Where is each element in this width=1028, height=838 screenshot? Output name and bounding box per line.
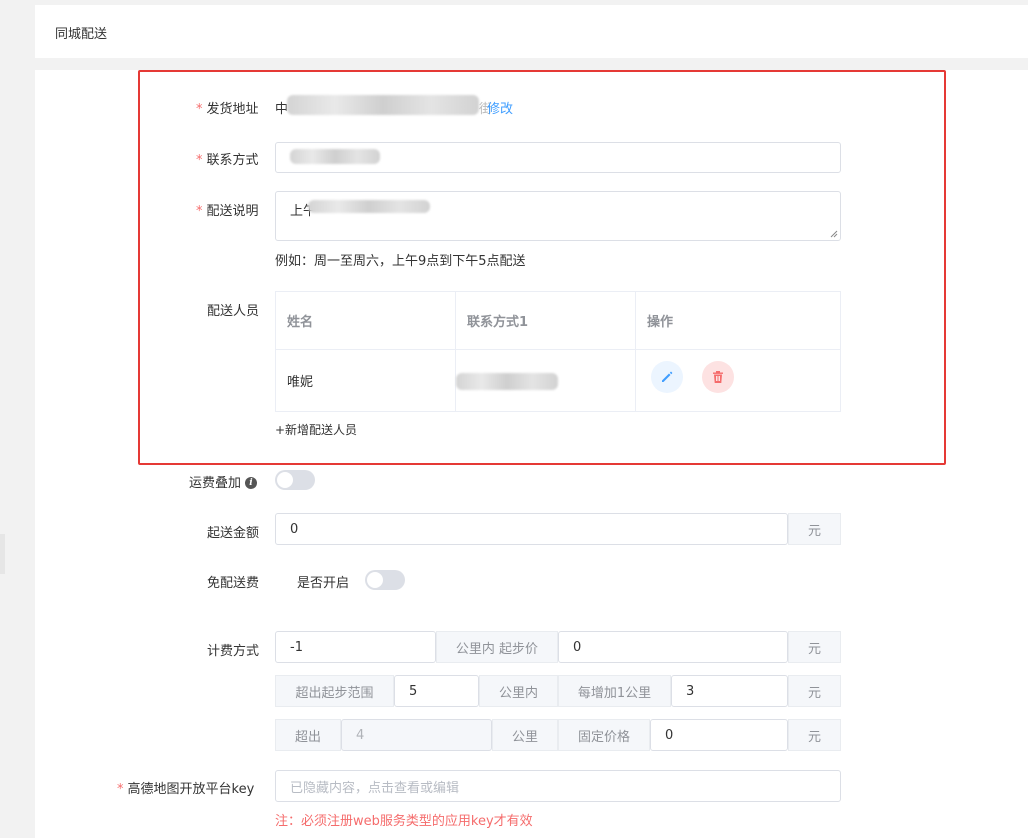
staff-name-cell: 唯妮 xyxy=(287,375,314,390)
ship-address-label: * 发货地址 xyxy=(196,102,259,117)
freight-stack-switch[interactable] xyxy=(275,470,315,490)
delivery-note-example: 例如：周一至周六，上午9点到下午5点配送 xyxy=(275,254,526,269)
left-collapse-tab[interactable] xyxy=(0,534,5,574)
start-price-addon: 公里内 起步价 xyxy=(436,631,558,663)
min-amount-label: 起送金额 xyxy=(207,526,260,541)
start-distance-input[interactable]: -1 xyxy=(275,631,436,663)
billing-label: 计费方式 xyxy=(207,644,260,659)
page-title: 同城配送 xyxy=(55,27,108,42)
free-delivery-label: 免配送费 xyxy=(207,576,260,591)
beyond-start-addon: 超出起步范围 xyxy=(275,675,394,707)
fixed-price-input[interactable]: 0 xyxy=(650,719,788,751)
free-delivery-switch[interactable] xyxy=(365,570,405,590)
per-km-price-input[interactable]: 3 xyxy=(671,675,788,707)
beyond-distance-input[interactable]: 5 xyxy=(394,675,479,707)
start-price-input[interactable]: 0 xyxy=(558,631,788,663)
redacted-address xyxy=(287,95,479,115)
fixed-price-unit: 元 xyxy=(788,719,841,751)
add-staff-link[interactable]: +新增配送人员 xyxy=(275,421,357,438)
staff-table: 姓名 联系方式1 操作 唯妮 xyxy=(275,291,841,412)
contact-label: * 联系方式 xyxy=(196,153,259,168)
beyond-addon: 超出 xyxy=(275,719,341,751)
redacted-contact xyxy=(290,149,380,164)
edit-staff-button[interactable] xyxy=(651,361,683,393)
amap-key-note: 注：必须注册web服务类型的应用key才有效 xyxy=(275,814,533,829)
info-icon[interactable]: i xyxy=(245,476,258,489)
page-header: 同城配送 xyxy=(35,5,1028,58)
amap-key-input[interactable]: 已隐藏内容，点击查看或编辑 xyxy=(275,770,841,802)
edit-address-link[interactable]: 修改 xyxy=(487,98,513,117)
amap-key-label: * 高德地图开放平台key xyxy=(117,782,255,797)
resize-grip-icon[interactable] xyxy=(830,230,838,238)
delete-staff-button[interactable] xyxy=(702,361,734,393)
beyond-fixed-distance-input: 4 xyxy=(341,719,492,751)
freight-stack-label: 运费叠加 i xyxy=(189,472,258,491)
column-header-actions: 操作 xyxy=(647,315,674,330)
free-delivery-toggle-label: 是否开启 xyxy=(297,576,350,591)
km-within-addon: 公里内 xyxy=(479,675,558,707)
delivery-note-textarea[interactable]: 上午 xyxy=(275,191,841,241)
per-km-addon: 每增加1公里 xyxy=(558,675,671,707)
redacted-note xyxy=(308,200,430,213)
start-price-unit: 元 xyxy=(788,631,841,663)
delivery-note-label: * 配送说明 xyxy=(196,204,259,219)
pencil-icon xyxy=(662,371,673,382)
left-strip xyxy=(0,0,14,838)
km-addon: 公里 xyxy=(492,719,558,751)
trash-icon xyxy=(713,371,723,383)
staff-label: 配送人员 xyxy=(207,304,260,319)
redacted-staff-contact xyxy=(456,373,558,390)
column-header-contact: 联系方式1 xyxy=(467,315,529,330)
min-amount-unit: 元 xyxy=(788,513,841,545)
per-km-unit: 元 xyxy=(788,675,841,707)
fixed-price-addon: 固定价格 xyxy=(558,719,650,751)
column-header-name: 姓名 xyxy=(287,315,314,330)
min-amount-input[interactable]: 0 xyxy=(275,513,788,545)
